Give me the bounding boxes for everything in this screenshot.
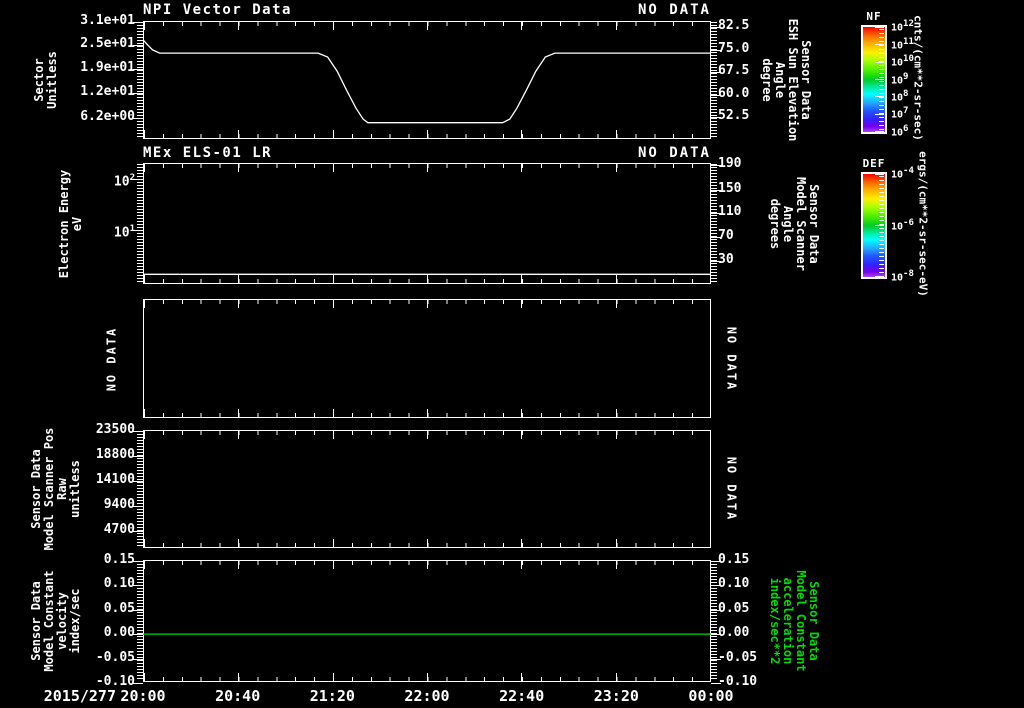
panel-p3-right-no-data: NO DATA bbox=[724, 326, 739, 391]
colorbar-NF bbox=[861, 25, 887, 134]
series-p1 bbox=[143, 39, 711, 124]
x-major-tick bbox=[144, 431, 145, 439]
x-major-tick bbox=[427, 539, 428, 547]
y-tick-label-left: 2.5e+01 bbox=[80, 36, 135, 51]
colorbar-tick-label: 10-6 bbox=[891, 217, 914, 232]
x-major-tick bbox=[710, 409, 711, 417]
colorbar-tick-label: 1011 bbox=[891, 36, 914, 51]
colorbar-major-tick bbox=[875, 276, 884, 277]
colorbar-major-tick bbox=[875, 225, 884, 226]
series-p5 bbox=[143, 633, 711, 635]
colorbar-major-tick bbox=[875, 131, 884, 132]
x-major-tick bbox=[710, 300, 711, 308]
x-major-tick bbox=[710, 539, 711, 547]
colorbar-tick-label: 108 bbox=[891, 89, 909, 104]
x-major-tick bbox=[144, 300, 145, 308]
x-major-tick bbox=[615, 300, 617, 308]
y-tick-label-left: -0.10 bbox=[95, 674, 135, 689]
colorbar-major-tick bbox=[875, 27, 884, 28]
x-major-tick bbox=[332, 300, 334, 308]
colorbar-DEF-title: DEF bbox=[862, 157, 886, 170]
colorbar-DEF bbox=[861, 172, 887, 279]
date-label: 2015/277 bbox=[43, 687, 116, 705]
x-major-tick bbox=[710, 431, 711, 439]
colorbar-tick-label: 10-4 bbox=[891, 166, 914, 181]
colorbar-tick-label: 107 bbox=[891, 106, 909, 121]
x-major-tick bbox=[615, 431, 617, 439]
plot-screen: 2015/277 3.1e+01 2.5e+01 1.9e+01 1.2e+01 6.2… bbox=[0, 0, 1024, 708]
colorbar-major-tick bbox=[875, 79, 884, 80]
x-tick-label: 20:40 bbox=[215, 687, 261, 705]
colorbar-major-tick bbox=[875, 113, 884, 115]
y-minor-ticks-right bbox=[711, 164, 717, 283]
y-minor-ticks-right bbox=[711, 561, 717, 681]
x-major-tick bbox=[521, 539, 523, 547]
x-major-tick bbox=[144, 539, 145, 547]
x-tick-label: 00:00 bbox=[688, 687, 734, 705]
panel-p5-left-axis-label: Sensor Data Model Constant velocity inde… bbox=[29, 570, 82, 672]
y-tick-label-left: 6.2e+00 bbox=[80, 109, 135, 125]
x-major-tick bbox=[332, 431, 334, 439]
colorbar-major-tick bbox=[875, 44, 884, 46]
y-tick-label-left: 3.1e+01 bbox=[80, 13, 135, 28]
y-minor-ticks-left bbox=[137, 431, 143, 547]
trace-p1 bbox=[143, 39, 711, 124]
colorbar-major-tick bbox=[875, 96, 884, 98]
y-tick-label-left: 1.9e+01 bbox=[80, 60, 135, 76]
y-minor-ticks-right bbox=[711, 22, 717, 138]
x-tick-label: 21:20 bbox=[309, 687, 355, 705]
y-tick-label-left: 1.2e+01 bbox=[80, 83, 135, 99]
x-major-tick bbox=[427, 431, 428, 439]
colorbar-DEF-units: ergs/(cm**2-sr-sec-eV) bbox=[916, 150, 930, 297]
panel-p2-left-axis-label: Electron Energy eV bbox=[57, 169, 84, 278]
x-major-tick bbox=[238, 409, 240, 417]
panel-p5-right-axis-label: Sensor Data Model Constant acceleration … bbox=[768, 570, 821, 672]
x-major-tick bbox=[144, 409, 145, 417]
colorbar-major-tick bbox=[875, 61, 884, 63]
x-tick-label: 23:20 bbox=[593, 687, 639, 705]
y-tick-label-left: 0.15 bbox=[103, 552, 135, 567]
colorbar-NF-title: NF bbox=[866, 10, 882, 23]
colorbar-tick-label: 1010 bbox=[891, 53, 914, 69]
x-tick-label: 22:00 bbox=[404, 687, 450, 705]
colorbar-tick-label: 109 bbox=[891, 71, 909, 86]
x-major-tick bbox=[615, 409, 617, 417]
x-major-tick bbox=[521, 409, 523, 417]
x-major-tick bbox=[332, 539, 334, 547]
x-major-tick bbox=[427, 409, 428, 417]
panel-p4-right-no-data: NO DATA bbox=[724, 456, 739, 522]
x-tick-label: 20:00 bbox=[120, 687, 166, 705]
panel-p3-left-no-data: NO DATA bbox=[104, 326, 119, 391]
x-major-tick bbox=[521, 300, 523, 308]
y-tick-label-right: 190 bbox=[718, 156, 742, 172]
panel-p2-right-axis-label: Sensor Data Model Scanner Angle degrees bbox=[768, 176, 821, 271]
panel-p2-status: NO DATA bbox=[637, 145, 711, 161]
panel-p4-box bbox=[133, 430, 711, 548]
colorbar-NF-units: cnts/(cm**2-sr-sec) bbox=[911, 14, 925, 141]
x-tick-label: 22:40 bbox=[499, 687, 545, 705]
x-major-tick bbox=[615, 539, 617, 547]
x-major-tick bbox=[427, 300, 428, 308]
colorbar-tick-label: 10-8 bbox=[891, 269, 914, 284]
colorbar-major-tick bbox=[875, 174, 884, 175]
x-major-tick bbox=[238, 300, 240, 308]
x-major-tick bbox=[238, 539, 240, 547]
panel-p1-status: NO DATA bbox=[637, 2, 711, 18]
panel-p1-right-axis-label: Sensor Data ESH Sun Elevation Angle degr… bbox=[760, 18, 813, 142]
x-major-tick bbox=[521, 431, 523, 439]
series-p2 bbox=[143, 273, 711, 275]
panel-p4-left-axis-label: Sensor Data Model Scanner Pos Raw unitle… bbox=[29, 427, 82, 551]
x-major-tick bbox=[332, 409, 334, 417]
panel-p1-left-axis-label: Sector Unitless bbox=[32, 51, 59, 109]
colorbar-tick-label: 1012 bbox=[891, 19, 914, 34]
panel-p3-box bbox=[143, 299, 711, 418]
x-major-tick bbox=[238, 431, 240, 439]
y-tick-label-right: 0.15 bbox=[718, 552, 750, 567]
colorbar-tick-label: 106 bbox=[891, 124, 909, 139]
